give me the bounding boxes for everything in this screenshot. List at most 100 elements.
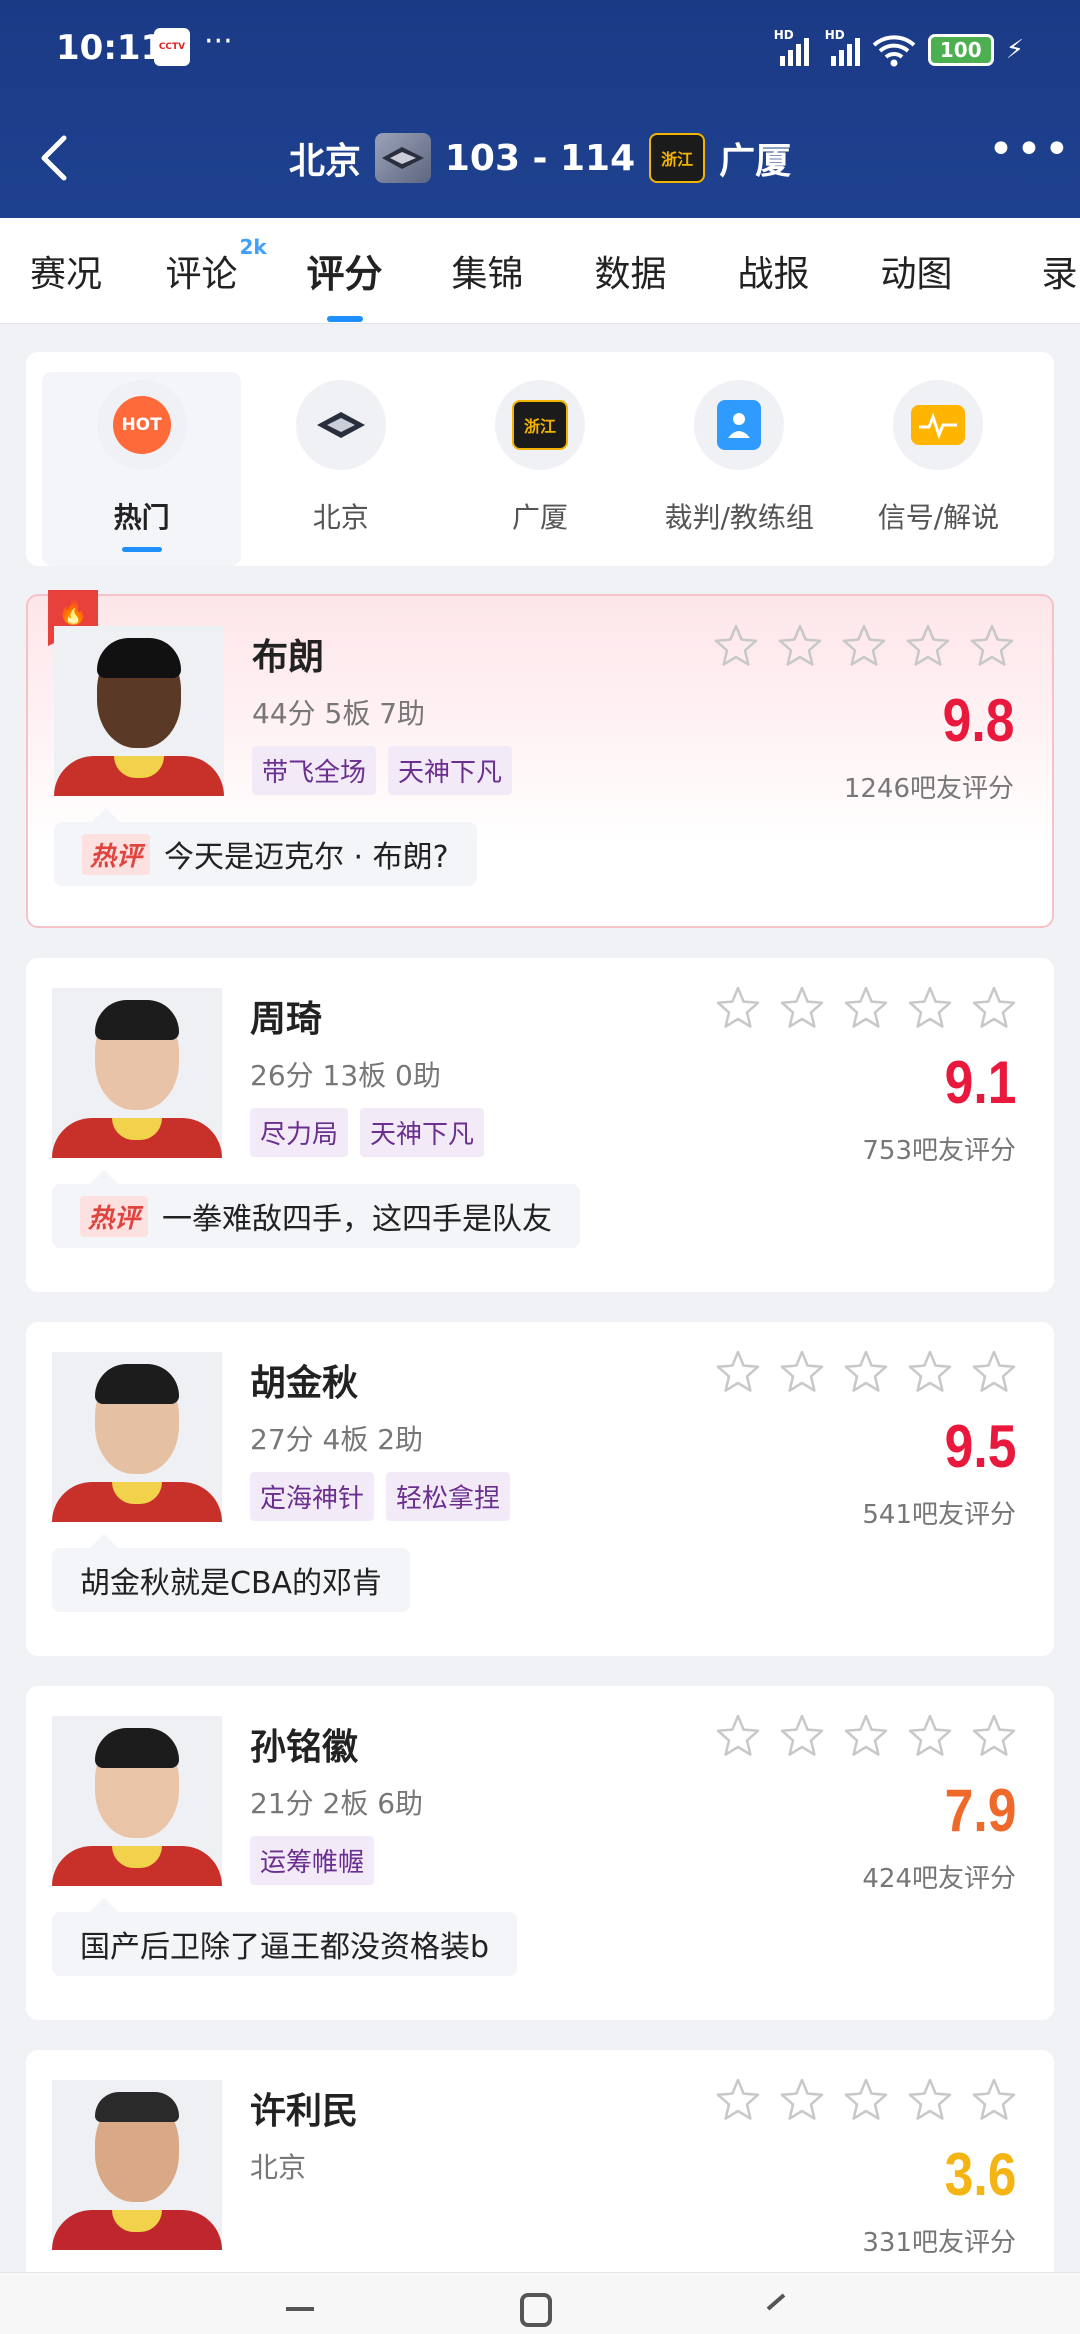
star-icon[interactable] bbox=[970, 1348, 1018, 1396]
star-icon[interactable] bbox=[714, 1712, 762, 1760]
tab-report[interactable]: 战报 bbox=[702, 245, 845, 297]
menu-nav-icon[interactable] bbox=[280, 2289, 320, 2329]
star-icon[interactable] bbox=[714, 1348, 762, 1396]
player-card[interactable]: 周琦 26分 13板 0助 尽力局 天神下凡 9.1 753吧友评分 热评 一拳… bbox=[26, 958, 1054, 1292]
star-icon[interactable] bbox=[714, 2076, 762, 2124]
player-rating: 9.5 bbox=[944, 1413, 1016, 1480]
top-comment[interactable]: 胡金秋就是CBA的邓肯 bbox=[52, 1534, 411, 1612]
player-tag[interactable]: 定海神针 bbox=[250, 1472, 375, 1521]
away-team-logo: 浙江 bbox=[649, 133, 706, 183]
category-hot[interactable]: HOT 热门 bbox=[42, 372, 242, 566]
star-icon[interactable] bbox=[842, 1712, 890, 1760]
top-comment[interactable]: 国产后卫除了逼王都没资格装b bbox=[52, 1898, 518, 1976]
star-icon[interactable] bbox=[970, 1712, 1018, 1760]
star-icon[interactable] bbox=[968, 622, 1016, 670]
comments-count-badge: 2k bbox=[239, 234, 267, 259]
star-icon[interactable] bbox=[712, 622, 760, 670]
player-avatar bbox=[54, 626, 224, 796]
guangsha-logo-icon: 浙江 bbox=[495, 380, 585, 470]
player-tag[interactable]: 天神下凡 bbox=[360, 1108, 485, 1157]
star-rating-input[interactable] bbox=[714, 1712, 1018, 1760]
player-tag[interactable]: 轻松拿捏 bbox=[386, 1472, 511, 1521]
tab-ratings[interactable]: 评分 bbox=[273, 243, 416, 322]
player-tag[interactable]: 天神下凡 bbox=[388, 746, 513, 795]
hot-icon: HOT bbox=[96, 380, 187, 470]
home-team-logo bbox=[374, 133, 431, 183]
player-name: 布朗 bbox=[252, 637, 325, 678]
player-name: 胡金秋 bbox=[250, 1363, 359, 1404]
star-icon[interactable] bbox=[906, 1348, 954, 1396]
hot-comment[interactable]: 热评 今天是迈克尔 · 布朗? bbox=[54, 808, 477, 886]
star-rating-input[interactable] bbox=[712, 622, 1016, 670]
star-icon[interactable] bbox=[778, 1712, 826, 1760]
star-rating-input[interactable] bbox=[714, 2076, 1018, 2124]
star-icon[interactable] bbox=[842, 2076, 890, 2124]
active-category-indicator bbox=[121, 547, 162, 552]
star-icon[interactable] bbox=[970, 984, 1018, 1032]
score-title: 北京 103 - 114 浙江 广厦 bbox=[0, 128, 1080, 188]
star-icon[interactable] bbox=[778, 1348, 826, 1396]
star-icon[interactable] bbox=[778, 984, 826, 1032]
star-icon[interactable] bbox=[842, 984, 890, 1032]
star-icon[interactable] bbox=[714, 984, 762, 1032]
player-tag[interactable]: 带飞全场 bbox=[252, 746, 377, 795]
player-avatar bbox=[52, 1352, 222, 1522]
category-guangsha[interactable]: 浙江 广厦 bbox=[440, 372, 639, 566]
star-icon[interactable] bbox=[776, 622, 824, 670]
rater-count: 331吧友评分 bbox=[862, 2228, 1016, 2258]
hot-comment-badge: 热评 bbox=[80, 1195, 149, 1237]
tab-gifs[interactable]: 动图 bbox=[845, 245, 988, 297]
star-icon[interactable] bbox=[904, 622, 952, 670]
home-nav-icon[interactable] bbox=[516, 2289, 556, 2329]
rater-count: 753吧友评分 bbox=[862, 1136, 1016, 1166]
player-rating: 3.6 bbox=[944, 2141, 1016, 2208]
beijing-logo-icon bbox=[295, 380, 386, 470]
more-options-icon[interactable]: ••• bbox=[988, 128, 1070, 190]
comment-text: 一拳难敌四手，这四手是队友 bbox=[162, 1202, 553, 1237]
star-rating-input[interactable] bbox=[714, 1348, 1018, 1396]
tab-highlights[interactable]: 集锦 bbox=[416, 245, 559, 297]
app-notification-icon: CCTV bbox=[154, 28, 190, 66]
player-stats: 44分 5板 7助 bbox=[252, 697, 426, 730]
tab-record[interactable]: 录 bbox=[988, 245, 1080, 297]
status-bar: 10:11 CCTV ··· HD HD 100 ⚡ bbox=[0, 0, 1080, 100]
comment-text: 今天是迈克尔 · 布朗? bbox=[164, 840, 449, 875]
referee-icon bbox=[694, 380, 785, 470]
player-name: 孙铭徽 bbox=[250, 1727, 359, 1768]
star-icon[interactable] bbox=[778, 2076, 826, 2124]
player-tag[interactable]: 尽力局 bbox=[250, 1108, 349, 1157]
tab-game-status[interactable]: 赛况 bbox=[30, 245, 130, 297]
player-stats: 21分 2板 6助 bbox=[250, 1787, 424, 1820]
player-avatar bbox=[52, 988, 222, 1158]
star-icon[interactable] bbox=[842, 1348, 890, 1396]
star-icon[interactable] bbox=[840, 622, 888, 670]
category-referee-coach[interactable]: 裁判/教练组 bbox=[640, 372, 839, 566]
rater-count: 424吧友评分 bbox=[862, 1864, 1016, 1894]
hot-comment[interactable]: 热评 一拳难敌四手，这四手是队友 bbox=[52, 1170, 581, 1248]
category-beijing[interactable]: 北京 bbox=[241, 372, 440, 566]
tab-comments[interactable]: 评论 2k bbox=[130, 235, 273, 297]
rater-count: 1246吧友评分 bbox=[843, 774, 1014, 804]
category-broadcast[interactable]: 信号/解说 bbox=[839, 372, 1038, 566]
star-rating-input[interactable] bbox=[714, 984, 1018, 1032]
tab-stats[interactable]: 数据 bbox=[559, 245, 702, 297]
hot-comment-badge: 热评 bbox=[82, 833, 151, 875]
star-icon[interactable] bbox=[906, 984, 954, 1032]
player-team: 北京 bbox=[250, 2151, 307, 2184]
star-icon[interactable] bbox=[970, 2076, 1018, 2124]
back-nav-icon[interactable] bbox=[756, 2289, 796, 2329]
player-card[interactable]: 🔥 布朗 44分 5板 7助 带飞全场 天神下凡 9.8 1246吧友评分 热评… bbox=[26, 590, 1054, 928]
player-rating: 9.1 bbox=[944, 1049, 1016, 1116]
signal-2-icon: HD bbox=[825, 28, 860, 66]
player-tag[interactable]: 运筹帷幄 bbox=[250, 1836, 375, 1885]
match-header: 北京 103 - 114 浙江 广厦 ••• bbox=[0, 110, 1080, 210]
player-card[interactable]: 许利民 北京 3.6 331吧友评分 bbox=[26, 2050, 1054, 2310]
player-card[interactable]: 胡金秋 27分 4板 2助 定海神针 轻松拿捏 9.5 541吧友评分 胡金秋就… bbox=[26, 1322, 1054, 1656]
rater-count: 541吧友评分 bbox=[862, 1500, 1016, 1530]
star-icon[interactable] bbox=[906, 1712, 954, 1760]
player-avatar bbox=[52, 1716, 222, 1886]
charging-icon: ⚡ bbox=[1005, 35, 1024, 65]
player-card[interactable]: 孙铭徽 21分 2板 6助 运筹帷幄 7.9 424吧友评分 国产后卫除了逼王都… bbox=[26, 1686, 1054, 2020]
coach-avatar bbox=[52, 2080, 222, 2250]
star-icon[interactable] bbox=[906, 2076, 954, 2124]
